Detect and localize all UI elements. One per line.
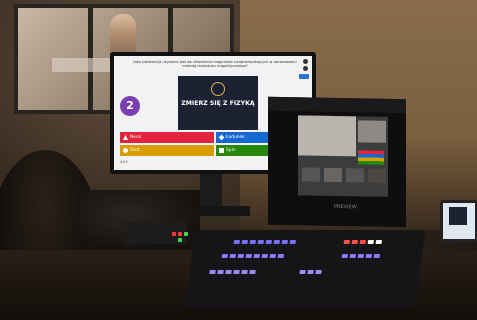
- answer-yellow[interactable]: Azot: [120, 145, 214, 156]
- switcher-button[interactable]: [365, 254, 373, 258]
- switcher-button[interactable]: [343, 240, 351, 244]
- multiview-screen: [298, 115, 388, 197]
- switcher-button[interactable]: [367, 240, 375, 244]
- question-number-badge: 2: [120, 96, 140, 116]
- switcher-button[interactable]: [273, 240, 281, 244]
- switcher-button[interactable]: [261, 254, 269, 258]
- answer-label: Neon: [130, 135, 142, 140]
- switcher-button[interactable]: [289, 240, 297, 244]
- switcher-button[interactable]: [237, 254, 245, 258]
- tablet-image: [449, 207, 467, 225]
- square-icon: [219, 148, 224, 153]
- switcher-button[interactable]: [375, 240, 383, 244]
- switcher-button[interactable]: [233, 240, 241, 244]
- answer-label: Ładunek: [226, 135, 245, 140]
- question-image-title: ZMIERZ SIĘ Z FIZYKĄ: [181, 100, 255, 107]
- button-row: [233, 240, 297, 244]
- switcher-button[interactable]: [281, 240, 289, 244]
- switcher-button[interactable]: [307, 270, 314, 274]
- switcher-button[interactable]: [265, 240, 273, 244]
- video-switcher: [184, 230, 426, 308]
- switcher-button[interactable]: [315, 270, 322, 274]
- switcher-button[interactable]: [269, 254, 277, 258]
- answer-label: Azot: [130, 148, 140, 153]
- switcher-button[interactable]: [233, 270, 240, 274]
- switcher-button[interactable]: [245, 254, 253, 258]
- source-tile: [302, 167, 320, 182]
- preview-monitor: PREVIEW: [268, 96, 406, 228]
- source-tile: [346, 168, 364, 183]
- status-led: [178, 238, 182, 242]
- monitor-hood: [268, 96, 406, 114]
- program-view: [298, 115, 356, 157]
- tablet-screen: [443, 203, 475, 239]
- diamond-icon: [218, 134, 225, 141]
- quiz-thumbnail: [358, 150, 384, 165]
- switcher-button[interactable]: [221, 254, 229, 258]
- circle-icon: [123, 148, 128, 153]
- switcher-button[interactable]: [249, 240, 257, 244]
- question-image: ZMIERZ SIĘ Z FIZYKĄ: [178, 76, 258, 130]
- switcher-button[interactable]: [299, 270, 306, 274]
- switcher-button[interactable]: [357, 254, 365, 258]
- status-led: [178, 232, 182, 236]
- switcher-button[interactable]: [229, 254, 237, 258]
- switcher-button[interactable]: [209, 270, 216, 274]
- switcher-button[interactable]: [373, 254, 381, 258]
- preview-view: [358, 120, 386, 143]
- button-row: [343, 240, 383, 244]
- status-led: [184, 232, 188, 236]
- atom-logo-icon: [211, 82, 225, 96]
- quiz-control-icons: [303, 59, 309, 73]
- settings-icon[interactable]: [303, 59, 308, 64]
- fullscreen-icon[interactable]: [303, 66, 308, 71]
- switcher-button[interactable]: [225, 270, 232, 274]
- answer-label: Spin: [226, 148, 236, 153]
- source-tile: [368, 168, 386, 183]
- question-counter: 4/15: [120, 160, 128, 164]
- quiz-question: Jaka substancja używana jest do chłodzen…: [133, 60, 297, 69]
- switcher-button[interactable]: [241, 240, 249, 244]
- next-button[interactable]: [299, 74, 309, 79]
- switcher-button[interactable]: [217, 270, 224, 274]
- button-row: [221, 254, 285, 258]
- switcher-button[interactable]: [277, 254, 285, 258]
- switcher-button[interactable]: [351, 240, 359, 244]
- photo-scene: Jaka substancja używana jest do chłodzen…: [0, 0, 477, 320]
- switcher-button[interactable]: [241, 270, 248, 274]
- switcher-button[interactable]: [253, 254, 261, 258]
- switcher-button[interactable]: [341, 254, 349, 258]
- switcher-button[interactable]: [349, 254, 357, 258]
- switcher-button[interactable]: [257, 240, 265, 244]
- button-row: [209, 270, 256, 274]
- switcher-button[interactable]: [359, 240, 367, 244]
- rack-device: [126, 222, 188, 244]
- source-tile: [324, 167, 342, 183]
- tablet: [440, 200, 477, 242]
- preview-label: PREVIEW: [334, 203, 357, 211]
- status-led: [172, 232, 176, 236]
- switcher-button[interactable]: [249, 270, 256, 274]
- triangle-icon: [123, 135, 128, 140]
- button-row: [341, 254, 381, 258]
- button-row: [299, 270, 322, 274]
- answer-red[interactable]: Neon: [120, 132, 214, 143]
